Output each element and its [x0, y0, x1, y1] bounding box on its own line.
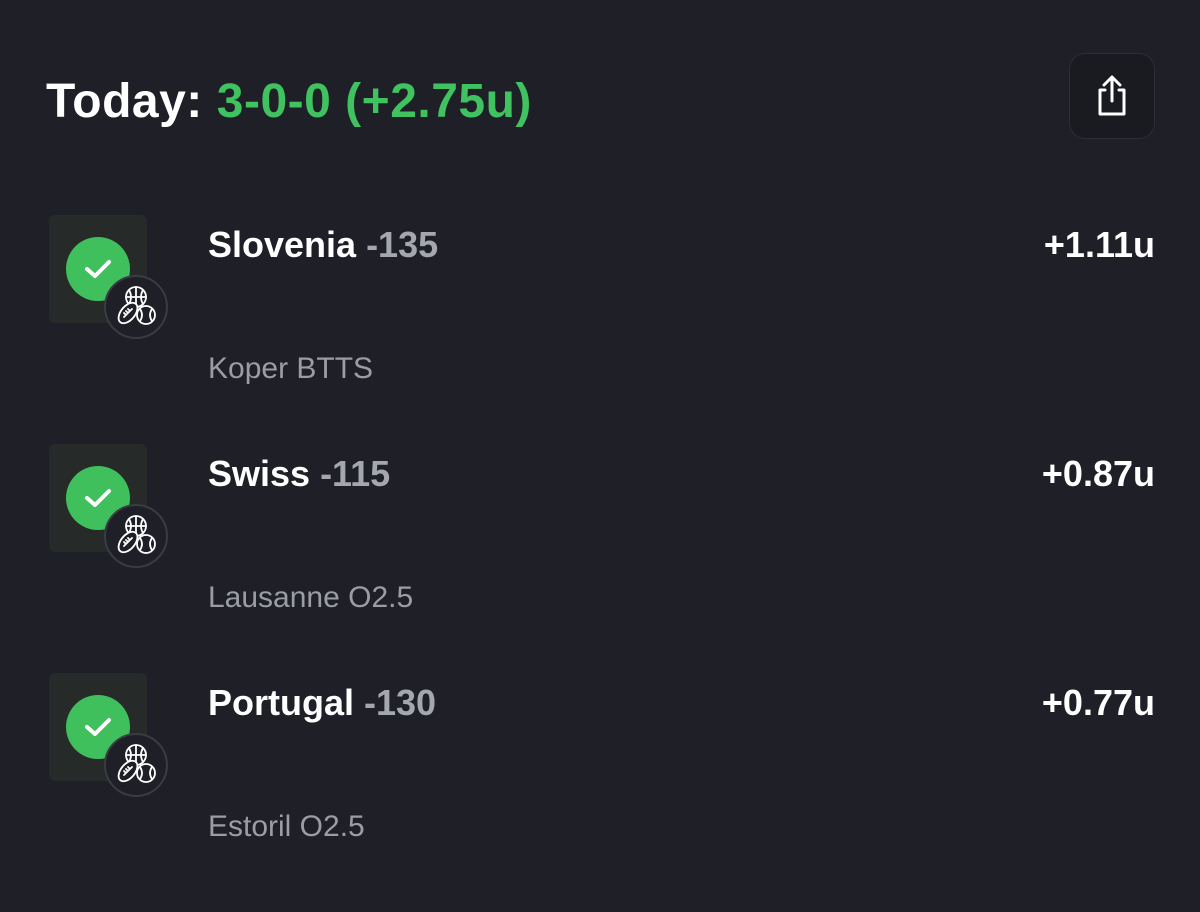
bet-units: +0.87u: [1041, 453, 1155, 494]
bet-units: +0.77u: [1041, 682, 1155, 723]
bet-odds: -135: [366, 224, 439, 265]
share-icon: [1098, 75, 1126, 116]
multi-sport-icon: [104, 275, 168, 339]
share-button[interactable]: [1069, 53, 1155, 139]
bet-odds: -130: [364, 682, 437, 723]
bet-title: Portugal -130: [208, 681, 436, 725]
bet-row[interactable]: Swiss -115 +0.87u Lausanne O2.5: [0, 444, 1200, 644]
bet-odds: -115: [320, 453, 391, 494]
bet-row[interactable]: Portugal -130 +0.77u Estoril O2.5: [0, 673, 1200, 873]
multi-sport-icon: [104, 504, 168, 568]
bet-detail: Koper BTTS: [208, 352, 374, 385]
bet-title: Swiss -115: [208, 452, 390, 496]
bet-detail: Lausanne O2.5: [208, 581, 414, 614]
daily-record: 3-0-0 (+2.75u): [216, 74, 532, 128]
bet-row[interactable]: Slovenia -135 +1.11u Koper BTTS: [0, 215, 1200, 415]
header: Today: 3-0-0 (+2.75u): [46, 66, 532, 136]
bet-units: +1.11u: [1043, 224, 1155, 265]
multi-sport-icon: [104, 733, 168, 797]
bet-detail: Estoril O2.5: [208, 810, 365, 843]
bet-team: Slovenia: [208, 224, 357, 265]
bet-team: Portugal: [208, 682, 355, 723]
bet-title: Slovenia -135: [208, 223, 438, 267]
bet-team: Swiss: [208, 453, 311, 494]
header-label: Today:: [46, 74, 203, 128]
